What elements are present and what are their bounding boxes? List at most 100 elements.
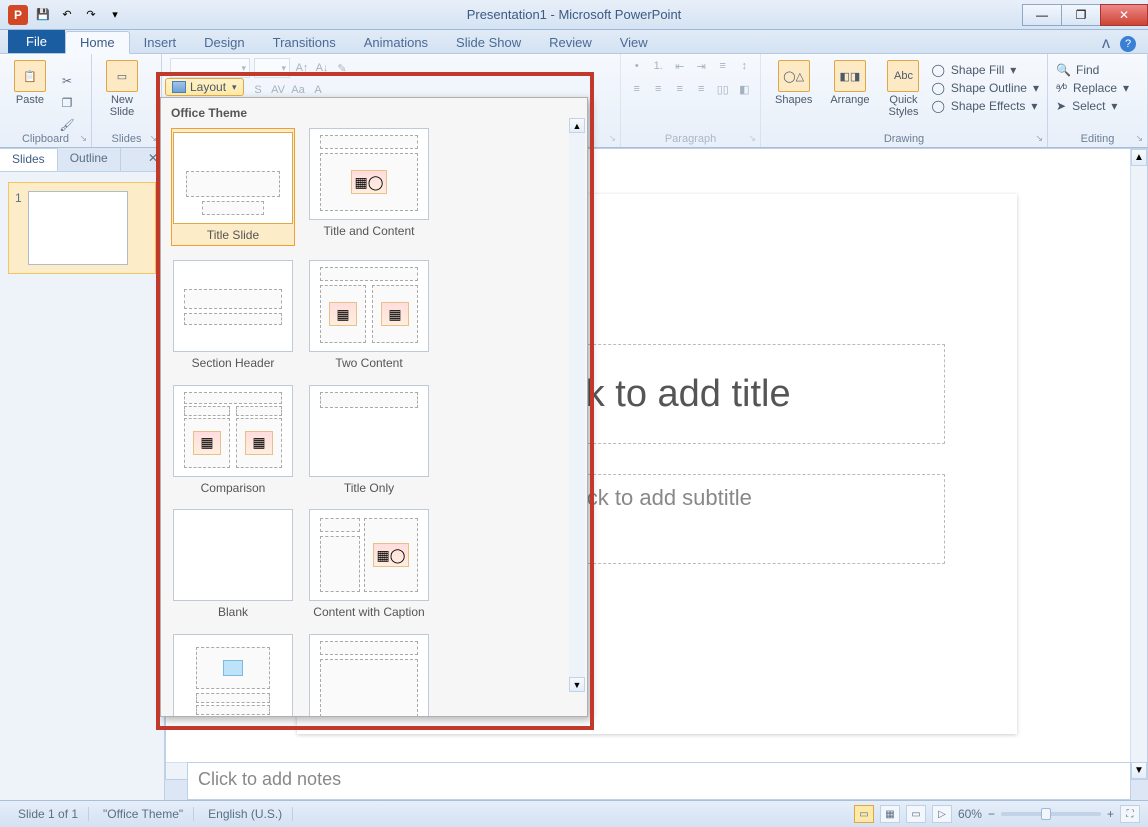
align-left-icon[interactable]: ≡ [629, 81, 645, 97]
fit-slide-icon[interactable]: ⛶ [1120, 805, 1140, 823]
char-spacing-icon[interactable]: AV [270, 82, 286, 98]
tab-animations[interactable]: Animations [350, 32, 442, 53]
justify-icon[interactable]: ≡ [694, 81, 710, 97]
slide-thumbnail [28, 191, 128, 265]
notes-pane[interactable]: Click to add notes [187, 762, 1131, 800]
gallery-scrollbar[interactable]: ▲ ▼ [569, 118, 585, 692]
window-title: Presentation1 - Microsoft PowerPoint [467, 7, 682, 22]
layout-option-picture-with-caption[interactable]: Picture with Caption [171, 634, 295, 717]
line-spacing-icon[interactable]: ≡ [715, 58, 731, 74]
layout-label: Title Slide [207, 228, 259, 242]
new-slide-icon: ▭ [106, 60, 138, 92]
group-drawing: ◯△ Shapes ◧◨ Arrange Abc Quick Styles ◯S… [761, 54, 1048, 147]
select-button[interactable]: ➤Select ▾ [1056, 98, 1139, 114]
layout-label: Two Content [335, 356, 402, 370]
layout-option-section-header[interactable]: Section Header [171, 260, 295, 370]
group-paragraph: • 1. ⇤ ⇥ ≡ ↕ ≡ ≡ ≡ ≡ ▯▯ ◧ Paragraph [621, 54, 761, 147]
tab-review[interactable]: Review [535, 32, 606, 53]
shrink-font-icon[interactable]: A↓ [314, 60, 330, 76]
gallery-scroll-up-icon[interactable]: ▲ [569, 118, 585, 133]
columns-icon[interactable]: ▯▯ [715, 81, 731, 97]
bullets-icon[interactable]: • [629, 58, 645, 74]
group-editing: 🔍Find ᵃ⁄ᵇReplace ▾ ➤Select ▾ Editing [1048, 54, 1148, 147]
editing-group-label: Editing [1048, 133, 1147, 145]
tab-view[interactable]: View [606, 32, 662, 53]
find-icon: 🔍 [1056, 63, 1070, 77]
replace-icon: ᵃ⁄ᵇ [1056, 81, 1067, 95]
paste-label: Paste [16, 94, 44, 106]
qat-dropdown-icon[interactable]: ▾ [106, 6, 124, 24]
status-slide: Slide 1 of 1 [8, 807, 89, 821]
group-clipboard: 📋 Paste ✂ ❐ 🖌 Clipboard [0, 54, 92, 147]
reading-view-icon[interactable]: ▭ [906, 805, 926, 823]
tab-design[interactable]: Design [190, 32, 258, 53]
redo-icon[interactable]: ↷ [82, 6, 100, 24]
sorter-view-icon[interactable]: ▦ [880, 805, 900, 823]
scroll-down-icon[interactable]: ▼ [1131, 762, 1147, 779]
zoom-slider-thumb[interactable] [1041, 808, 1051, 820]
increase-indent-icon[interactable]: ⇥ [694, 58, 710, 74]
grow-font-icon[interactable]: A↑ [294, 60, 310, 76]
font-color-icon[interactable]: A [310, 82, 326, 98]
layout-button-label: Layout [190, 80, 226, 94]
slides-tab[interactable]: Slides [0, 148, 58, 171]
convert-smartart-icon[interactable]: ◧ [737, 81, 753, 97]
align-right-icon[interactable]: ≡ [672, 81, 688, 97]
zoom-out-icon[interactable]: − [988, 807, 995, 821]
change-case-icon[interactable]: Aa [290, 82, 306, 98]
undo-icon[interactable]: ↶ [58, 6, 76, 24]
cut-icon[interactable]: ✂ [58, 72, 76, 90]
layout-option-content-with-caption[interactable]: ▦◯ Content with Caption [307, 509, 431, 619]
slideshow-view-icon[interactable]: ▷ [932, 805, 952, 823]
tab-slide-show[interactable]: Slide Show [442, 32, 535, 53]
close-button[interactable]: ✕ [1100, 4, 1148, 26]
copy-icon[interactable]: ❐ [58, 94, 76, 112]
shape-effects-button[interactable]: ◯Shape Effects ▾ [931, 98, 1039, 114]
layout-option-title-only[interactable]: Title Only [307, 385, 431, 495]
layout-option-blank[interactable]: Blank [171, 509, 295, 619]
maximize-button[interactable]: ❐ [1061, 4, 1101, 26]
minimize-ribbon-icon[interactable]: ʌ [1102, 35, 1110, 53]
clear-formatting-icon[interactable]: ✎ [334, 60, 350, 76]
shape-fill-button[interactable]: ◯Shape Fill ▾ [931, 62, 1039, 78]
font-family-combo[interactable] [170, 58, 250, 78]
slide-thumbnail-selected[interactable]: 1 [8, 182, 156, 274]
group-slides: ▭ New Slide Slides [92, 54, 162, 147]
shape-outline-button[interactable]: ◯Shape Outline ▾ [931, 80, 1039, 96]
tab-home[interactable]: Home [65, 31, 130, 54]
layout-label: Section Header [192, 356, 275, 370]
layout-option-title-and-vertical-text[interactable]: Title and Vertical Text [307, 634, 431, 717]
numbering-icon[interactable]: 1. [651, 58, 667, 74]
vertical-scrollbar[interactable]: ▲ ▼ [1130, 149, 1147, 779]
zoom-slider[interactable] [1001, 812, 1101, 816]
status-language[interactable]: English (U.S.) [198, 807, 293, 821]
text-direction-icon[interactable]: ↕ [737, 58, 753, 74]
layout-label: Title Only [344, 481, 394, 495]
layout-option-two-content[interactable]: ▦▦ Two Content [307, 260, 431, 370]
file-tab[interactable]: File [8, 30, 65, 53]
zoom-in-icon[interactable]: + [1107, 807, 1114, 821]
layout-option-comparison[interactable]: ▦▦ Comparison [171, 385, 295, 495]
find-button[interactable]: 🔍Find [1056, 62, 1139, 78]
save-icon[interactable]: 💾 [34, 6, 52, 24]
shadow-icon[interactable]: S [250, 82, 266, 98]
minimize-button[interactable]: — [1022, 4, 1062, 26]
replace-button[interactable]: ᵃ⁄ᵇReplace ▾ [1056, 80, 1139, 96]
tab-transitions[interactable]: Transitions [259, 32, 350, 53]
tab-insert[interactable]: Insert [130, 32, 191, 53]
layout-option-title-slide[interactable]: Title Slide [171, 128, 295, 246]
font-size-combo[interactable] [254, 58, 290, 78]
clipboard-group-label: Clipboard [0, 133, 91, 145]
layout-option-title-and-content[interactable]: ▦◯ Title and Content [307, 128, 431, 246]
outline-tab[interactable]: Outline [58, 148, 121, 171]
gallery-scroll-down-icon[interactable]: ▼ [569, 677, 585, 692]
decrease-indent-icon[interactable]: ⇤ [672, 58, 688, 74]
normal-view-icon[interactable]: ▭ [854, 805, 874, 823]
select-icon: ➤ [1056, 99, 1066, 113]
format-painter-icon[interactable]: 🖌 [58, 116, 76, 134]
align-center-icon[interactable]: ≡ [651, 81, 667, 97]
layout-label: Comparison [201, 481, 266, 495]
layout-dropdown-button[interactable]: Layout [165, 78, 244, 96]
help-icon[interactable]: ? [1120, 36, 1136, 52]
scroll-up-icon[interactable]: ▲ [1131, 149, 1147, 166]
